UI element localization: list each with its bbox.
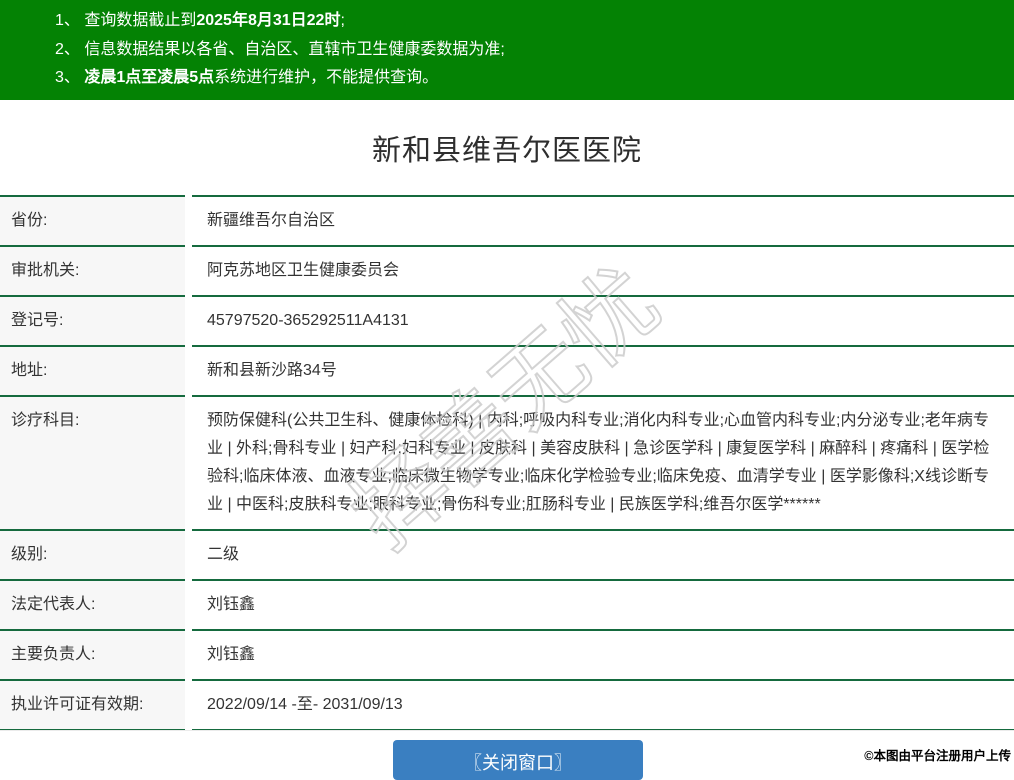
notice-line: 2、 信息数据结果以各省、自治区、直辖市卫生健康委数据为准; bbox=[55, 36, 1004, 65]
column-gap bbox=[185, 195, 192, 245]
credit-note: ©本图由平台注册用户上传 bbox=[864, 749, 1011, 763]
row-value: 预防保健科(公共卫生科、健康体检科) | 内科;呼吸内科专业;消化内科专业;心血… bbox=[192, 395, 1014, 529]
column-gap bbox=[185, 579, 192, 629]
column-gap bbox=[185, 245, 192, 295]
row-label: 级别: bbox=[0, 529, 185, 579]
table-row: 主要负责人: 刘钰鑫 bbox=[0, 629, 1014, 679]
notice-line: 3、 凌晨1点至凌晨5点系统进行维护，不能提供查询。 bbox=[55, 64, 1004, 93]
column-gap bbox=[185, 345, 192, 395]
column-gap bbox=[185, 629, 192, 679]
column-gap bbox=[185, 295, 192, 345]
notice-text: 2、 信息数据结果以各省、自治区、直辖市卫生健康委数据为准; bbox=[55, 40, 505, 58]
notice-text: 1、 查询数据截止到 bbox=[55, 12, 197, 29]
row-value: 刘钰鑫 bbox=[192, 579, 1014, 629]
row-label: 登记号: bbox=[0, 295, 185, 345]
row-label: 省份: bbox=[0, 195, 185, 245]
row-label: 诊疗科目: bbox=[0, 395, 185, 529]
column-gap bbox=[185, 395, 192, 529]
info-table: 省份: 新疆维吾尔自治区 审批机关: 阿克苏地区卫生健康委员会 登记号: 457… bbox=[0, 195, 1014, 731]
row-value: 阿克苏地区卫生健康委员会 bbox=[192, 245, 1014, 295]
row-value: 二级 bbox=[192, 529, 1014, 579]
row-label: 主要负责人: bbox=[0, 629, 185, 679]
notice-text-tail: 系统进行维护，不能提供查询。 bbox=[214, 69, 439, 86]
row-label: 法定代表人: bbox=[0, 579, 185, 629]
row-label: 审批机关: bbox=[0, 245, 185, 295]
page-title: 新和县维吾尔医医院 bbox=[371, 135, 642, 167]
row-value: 刘钰鑫 bbox=[192, 629, 1014, 679]
column-gap bbox=[185, 679, 192, 731]
table-row: 执业许可证有效期: 2022/09/14 -至- 2031/09/13 bbox=[0, 679, 1014, 731]
table-row: 法定代表人: 刘钰鑫 bbox=[0, 579, 1014, 629]
notice-text-bold: 凌晨1点至凌晨5点 bbox=[84, 69, 215, 86]
row-value: 新和县新沙路34号 bbox=[192, 345, 1014, 395]
row-value: 45797520-365292511A4131 bbox=[192, 295, 1014, 345]
row-value: 新疆维吾尔自治区 bbox=[192, 195, 1014, 245]
column-gap bbox=[185, 529, 192, 579]
row-label: 地址: bbox=[0, 345, 185, 395]
row-value: 2022/09/14 -至- 2031/09/13 bbox=[192, 679, 1014, 731]
table-row: 审批机关: 阿克苏地区卫生健康委员会 bbox=[0, 245, 1014, 295]
table-row: 诊疗科目: 预防保健科(公共卫生科、健康体检科) | 内科;呼吸内科专业;消化内… bbox=[0, 395, 1014, 529]
notice-line: 1、 查询数据截止到2025年8月31日22时; bbox=[55, 7, 1004, 36]
footer-area: 〖关闭窗口〗 bbox=[0, 730, 1014, 780]
table-row: 省份: 新疆维吾尔自治区 bbox=[0, 195, 1014, 245]
notice-bar: 1、 查询数据截止到2025年8月31日22时; 2、 信息数据结果以各省、自治… bbox=[0, 0, 1014, 100]
notice-text-bold: 2025年8月31日22时 bbox=[196, 12, 341, 29]
close-window-button[interactable]: 〖关闭窗口〗 bbox=[393, 740, 643, 780]
row-label: 执业许可证有效期: bbox=[0, 679, 185, 731]
table-row: 级别: 二级 bbox=[0, 529, 1014, 579]
notice-text-tail: ; bbox=[340, 12, 345, 29]
notice-text: 3、 bbox=[55, 69, 85, 86]
table-row: 地址: 新和县新沙路34号 bbox=[0, 345, 1014, 395]
table-row: 登记号: 45797520-365292511A4131 bbox=[0, 295, 1014, 345]
